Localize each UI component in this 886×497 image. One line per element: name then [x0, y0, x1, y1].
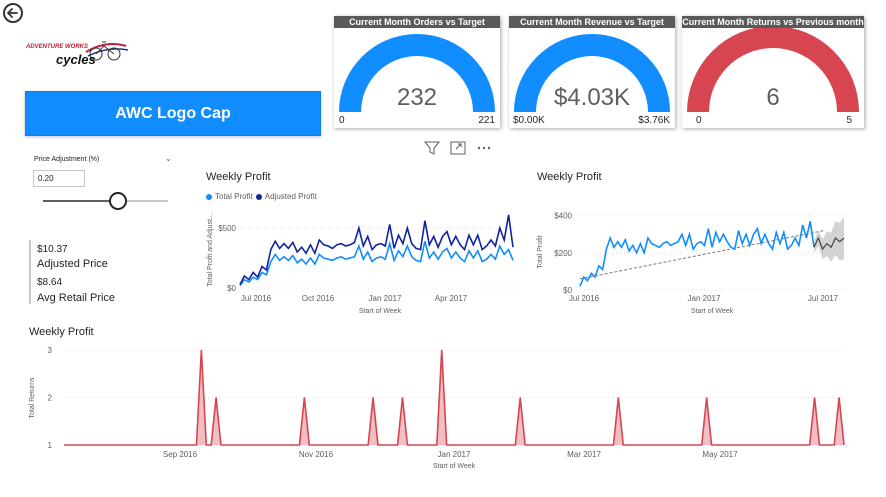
x-tick-label: Nov 2016	[299, 450, 334, 459]
x-tick-label: May 2017	[702, 450, 738, 459]
x-tick-label: Oct 2016	[302, 294, 335, 303]
gauge-revenue: Current Month Revenue vs Target $4.03K $…	[509, 16, 675, 128]
gauge-max: $3.76K	[638, 115, 670, 126]
trend-line	[579, 230, 825, 280]
y-tick-label: 2	[48, 394, 53, 403]
back-button[interactable]	[3, 3, 23, 23]
slider-handle[interactable]	[109, 192, 127, 210]
chevron-down-icon[interactable]: ⌄	[165, 154, 172, 163]
x-tick-label: Jul 2016	[569, 294, 600, 303]
gauge-value: 6	[766, 84, 780, 111]
gauge-arc	[339, 34, 495, 112]
avg-retail-price-label: Avg Retail Price	[37, 292, 116, 304]
y-tick-label: 3	[48, 346, 53, 355]
series-line	[579, 221, 815, 287]
y-axis-label: Total Returns	[29, 377, 36, 419]
gauge-min: 0	[339, 115, 345, 126]
gauge-max: 221	[478, 115, 495, 126]
gauge-title: Current Month Orders vs Target	[334, 16, 500, 28]
legend-marker	[206, 193, 212, 200]
logo: ADVENTURE WORKS cycles	[26, 36, 130, 72]
x-tick-label: Sep 2016	[163, 450, 198, 459]
price-adjustment-input[interactable]: 0.20	[33, 170, 85, 187]
x-tick-label: Mar 2017	[567, 450, 601, 459]
x-tick-label: Apr 2017	[435, 294, 468, 303]
logo-text-bottom: cycles	[56, 52, 96, 67]
y-axis-label: Total Profit	[537, 235, 544, 268]
weekly-profit-chart: $0 $500 Jul 2016 Oct 2016 Jan 2017 Apr 2017 St…	[207, 213, 515, 315]
x-axis-label: Start of Week	[359, 308, 402, 315]
gauge-title: Current Month Returns vs Previous month	[682, 16, 864, 28]
y-tick-label: $500	[218, 224, 236, 233]
x-tick-label: Jan 2017	[438, 450, 471, 459]
gauge-arc	[687, 28, 859, 112]
adjusted-price-label: Adjusted Price	[37, 258, 108, 270]
series-line	[239, 214, 514, 285]
x-tick-label: Jul 2016	[241, 294, 272, 303]
more-options-icon[interactable]	[476, 141, 492, 160]
chart-title: Weekly Profit	[537, 171, 602, 183]
gauge-min: 0	[696, 115, 702, 126]
gauge-returns: Current Month Returns vs Previous month …	[682, 16, 864, 128]
x-tick-label: Jul 2017	[808, 294, 839, 303]
filter-icon[interactable]	[423, 141, 441, 160]
arrow-left-icon	[7, 8, 18, 18]
card-divider	[29, 240, 31, 304]
y-tick-label: $0	[227, 284, 236, 293]
gauge-orders: Current Month Orders vs Target 232 0 221	[334, 16, 500, 128]
focus-mode-icon[interactable]	[450, 141, 466, 160]
gauge-value: $4.03K	[553, 84, 631, 111]
logo-text-top: ADVENTURE WORKS	[26, 44, 89, 50]
y-tick-label: $400	[554, 212, 572, 221]
gauge-max: 5	[846, 115, 852, 126]
legend-marker	[255, 193, 262, 200]
avg-retail-price-value: $8.64	[37, 277, 63, 288]
chart-title: Weekly Profit	[29, 326, 94, 338]
slicer-label: Price Adjustment (%)	[34, 156, 100, 163]
weekly-returns-chart: 1 2 3 Sep 2016 Nov 2016 Jan 2017 Mar 2017 May 2…	[29, 346, 845, 470]
slider-fill	[43, 200, 118, 202]
y-axis-label: Total Profit and Adjust...	[207, 213, 214, 287]
visual-header-toolbar	[420, 140, 502, 160]
adjusted-price-value: $10.37	[37, 244, 68, 255]
weekly-profit-forecast-chart: $0$200$400Jul 2016 Jan 2017 Jul 2017Start …	[537, 212, 847, 315]
gauge-title: Current Month Revenue vs Target	[509, 16, 675, 28]
x-axis-label: Start of Week	[433, 463, 476, 470]
x-axis-label: Start of Week	[691, 308, 734, 315]
gauge-value: 232	[396, 84, 438, 111]
y-tick-label: 1	[48, 441, 53, 450]
x-tick-label: Jan 2017	[369, 294, 402, 303]
x-tick-label: Jan 2017	[688, 294, 721, 303]
gauge-min: $0.00K	[513, 115, 545, 126]
gauge-arc	[514, 34, 670, 112]
y-tick-label: $200	[554, 249, 572, 258]
chart-title: Weekly Profit	[206, 171, 271, 183]
logo-cap-button[interactable]: AWC Logo Cap	[25, 91, 321, 136]
